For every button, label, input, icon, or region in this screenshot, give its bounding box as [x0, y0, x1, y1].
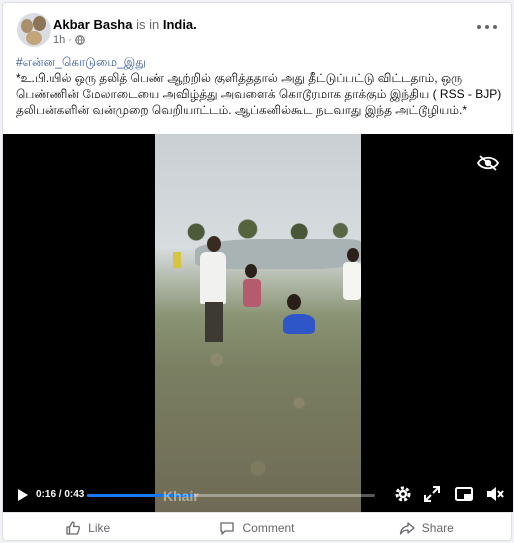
share-label: Share — [421, 520, 454, 535]
share-button[interactable]: Share — [342, 513, 511, 542]
like-label: Like — [88, 520, 111, 535]
fullscreen-icon[interactable] — [422, 484, 442, 504]
video-frame — [155, 134, 361, 512]
post-meta: 1h · — [53, 34, 85, 46]
progress-bar[interactable] — [87, 494, 375, 497]
post-card: Akbar Basha is in India. 1h · #என்ன_கொடு… — [2, 2, 513, 542]
video-time: 0:16 / 0:43 — [36, 489, 85, 500]
comment-label: Comment — [242, 520, 295, 535]
volume-icon[interactable] — [485, 484, 505, 504]
play-icon[interactable] — [13, 486, 31, 504]
globe-icon — [75, 35, 85, 45]
share-icon — [399, 521, 415, 535]
pip-icon[interactable] — [454, 484, 474, 504]
action-bar: Like Comment Share — [3, 512, 511, 542]
gear-icon[interactable] — [393, 484, 413, 504]
author-line: Akbar Basha is in India. — [53, 17, 197, 32]
video-watermark: Khair — [163, 488, 199, 504]
like-icon — [66, 520, 81, 535]
post-header: Akbar Basha is in India. 1h · — [3, 3, 511, 51]
avatar[interactable] — [17, 13, 51, 47]
more-icon[interactable] — [477, 19, 497, 35]
video-player[interactable]: 0:16 / 0:43 Khair — [3, 134, 513, 512]
comment-button[interactable]: Comment — [172, 513, 341, 542]
author-name[interactable]: Akbar Basha — [53, 17, 132, 32]
comment-icon — [220, 521, 235, 535]
like-button[interactable]: Like — [3, 513, 172, 542]
location-link[interactable]: India. — [163, 17, 197, 32]
post-time[interactable]: 1h · — [53, 34, 72, 46]
eye-off-icon[interactable] — [477, 154, 499, 172]
post-text: #என்ன_கொடுமை_இது *உ.பி.யில் ஒரு தலித் பெ… — [16, 54, 502, 118]
post-body: *உ.பி.யில் ஒரு தலித் பெண் ஆற்றில் குளித்… — [16, 71, 502, 117]
hashtag-link[interactable]: #என்ன_கொடுமை_இது — [16, 54, 502, 70]
is-in-text: is in — [132, 17, 163, 32]
